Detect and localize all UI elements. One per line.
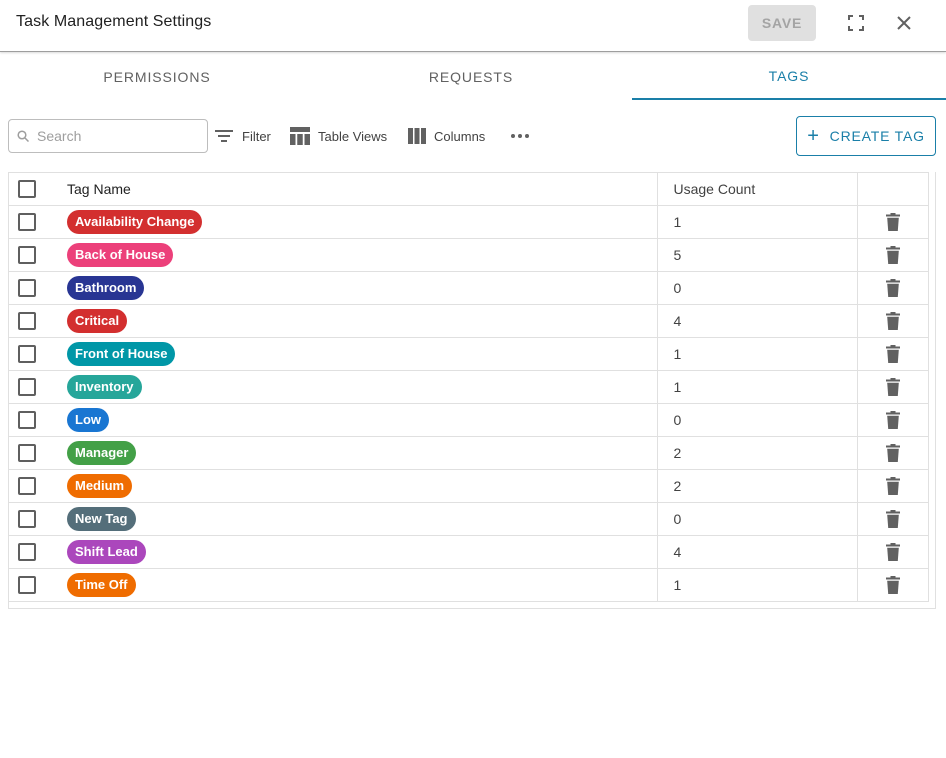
table-row[interactable]: Time Off 1: [9, 568, 929, 602]
table-row[interactable]: Inventory 1: [9, 370, 929, 404]
table-row[interactable]: New Tag 0: [9, 502, 929, 536]
tab-bar: PERMISSIONS REQUESTS TAGS: [0, 53, 946, 100]
row-checkbox[interactable]: [18, 543, 36, 561]
table-row[interactable]: Bathroom 0: [9, 271, 929, 305]
row-checkbox[interactable]: [18, 246, 36, 264]
tab-permissions[interactable]: PERMISSIONS: [0, 53, 314, 100]
search-icon: [17, 130, 29, 142]
tag-chip[interactable]: Bathroom: [67, 276, 145, 300]
row-checkbox[interactable]: [18, 279, 36, 297]
tab-requests[interactable]: REQUESTS: [314, 53, 628, 100]
delete-icon[interactable]: [858, 576, 928, 594]
row-checkbox[interactable]: [18, 345, 36, 363]
delete-icon[interactable]: [858, 444, 928, 462]
delete-icon[interactable]: [858, 477, 928, 495]
dialog-title: Task Management Settings: [16, 13, 212, 30]
row-checkbox[interactable]: [18, 378, 36, 396]
row-checkbox[interactable]: [18, 477, 36, 495]
row-checkbox[interactable]: [18, 576, 36, 594]
usage-count: 0: [656, 271, 857, 305]
tag-chip[interactable]: Inventory: [67, 375, 142, 399]
column-header-usage-count[interactable]: Usage Count: [656, 172, 857, 206]
row-checkbox[interactable]: [18, 510, 36, 528]
table-row[interactable]: Back of House 5: [9, 238, 929, 272]
fullscreen-icon[interactable]: [840, 7, 872, 39]
table-row[interactable]: Availability Change 1: [9, 205, 929, 239]
tag-chip[interactable]: Availability Change: [67, 210, 203, 234]
create-tag-label: CREATE TAG: [829, 128, 925, 144]
tags-table: Tag Name Usage Count Availability Change…: [9, 172, 929, 602]
dialog-header: Task Management Settings SAVE: [0, 0, 946, 52]
row-checkbox[interactable]: [18, 444, 36, 462]
table-row[interactable]: Manager 2: [9, 436, 929, 470]
table-row[interactable]: Critical 4: [9, 304, 929, 338]
delete-icon[interactable]: [858, 312, 928, 330]
select-all-checkbox[interactable]: [18, 180, 36, 198]
columns-label: Columns: [434, 128, 486, 144]
tag-chip[interactable]: Critical: [67, 309, 128, 333]
plus-icon: +: [807, 125, 820, 147]
column-header-tag-name[interactable]: Tag Name: [57, 172, 657, 206]
usage-count: 1: [656, 370, 857, 404]
tab-tags[interactable]: TAGS: [632, 53, 946, 100]
tag-chip[interactable]: Low: [67, 408, 109, 432]
table-row[interactable]: Shift Lead 4: [9, 535, 929, 569]
columns-button[interactable]: Columns: [408, 124, 485, 148]
tags-table-container: Tag Name Usage Count Availability Change…: [8, 172, 936, 609]
create-tag-button[interactable]: + CREATE TAG: [796, 116, 936, 156]
usage-count: 1: [656, 337, 857, 371]
delete-icon[interactable]: [858, 345, 928, 363]
usage-count: 4: [656, 535, 857, 569]
search-box: [8, 119, 208, 153]
more-options-icon[interactable]: [510, 124, 530, 148]
table-row[interactable]: Front of House 1: [9, 337, 929, 371]
delete-icon[interactable]: [858, 411, 928, 429]
usage-count: 1: [656, 568, 857, 602]
save-button[interactable]: SAVE: [748, 5, 816, 41]
usage-count: 4: [656, 304, 857, 338]
tag-chip[interactable]: New Tag: [67, 507, 136, 531]
delete-icon[interactable]: [858, 279, 928, 297]
close-icon[interactable]: [888, 7, 920, 39]
table-views-icon: [290, 127, 310, 145]
delete-icon[interactable]: [858, 246, 928, 264]
table-views-label: Table Views: [318, 128, 388, 144]
row-checkbox[interactable]: [18, 411, 36, 429]
tag-chip[interactable]: Time Off: [67, 573, 136, 597]
delete-icon[interactable]: [858, 213, 928, 231]
search-input[interactable]: [37, 128, 197, 144]
usage-count: 0: [656, 403, 857, 437]
tag-chip[interactable]: Medium: [67, 474, 133, 498]
table-views-button[interactable]: Table Views: [290, 124, 387, 148]
tag-chip[interactable]: Manager: [67, 441, 137, 465]
filter-icon: [215, 130, 233, 142]
tag-chip[interactable]: Front of House: [67, 342, 176, 366]
delete-icon[interactable]: [858, 543, 928, 561]
usage-count: 2: [656, 469, 857, 503]
table-row[interactable]: Low 0: [9, 403, 929, 437]
usage-count: 0: [656, 502, 857, 536]
table-row[interactable]: Medium 2: [9, 469, 929, 503]
row-checkbox[interactable]: [18, 213, 36, 231]
tag-chip[interactable]: Back of House: [67, 243, 174, 267]
filter-button[interactable]: Filter: [214, 124, 271, 148]
delete-icon[interactable]: [858, 510, 928, 528]
usage-count: 5: [656, 238, 857, 272]
column-header-actions: [856, 172, 929, 206]
tag-chip[interactable]: Shift Lead: [67, 540, 146, 564]
table-header-row: Tag Name Usage Count: [9, 172, 929, 206]
usage-count: 1: [656, 205, 857, 239]
filter-label: Filter: [242, 128, 271, 144]
table-toolbar: Filter Table Views Columns + CREATE TAG: [0, 116, 946, 158]
usage-count: 2: [656, 436, 857, 470]
row-checkbox[interactable]: [18, 312, 36, 330]
delete-icon[interactable]: [858, 378, 928, 396]
columns-icon: [408, 128, 426, 144]
